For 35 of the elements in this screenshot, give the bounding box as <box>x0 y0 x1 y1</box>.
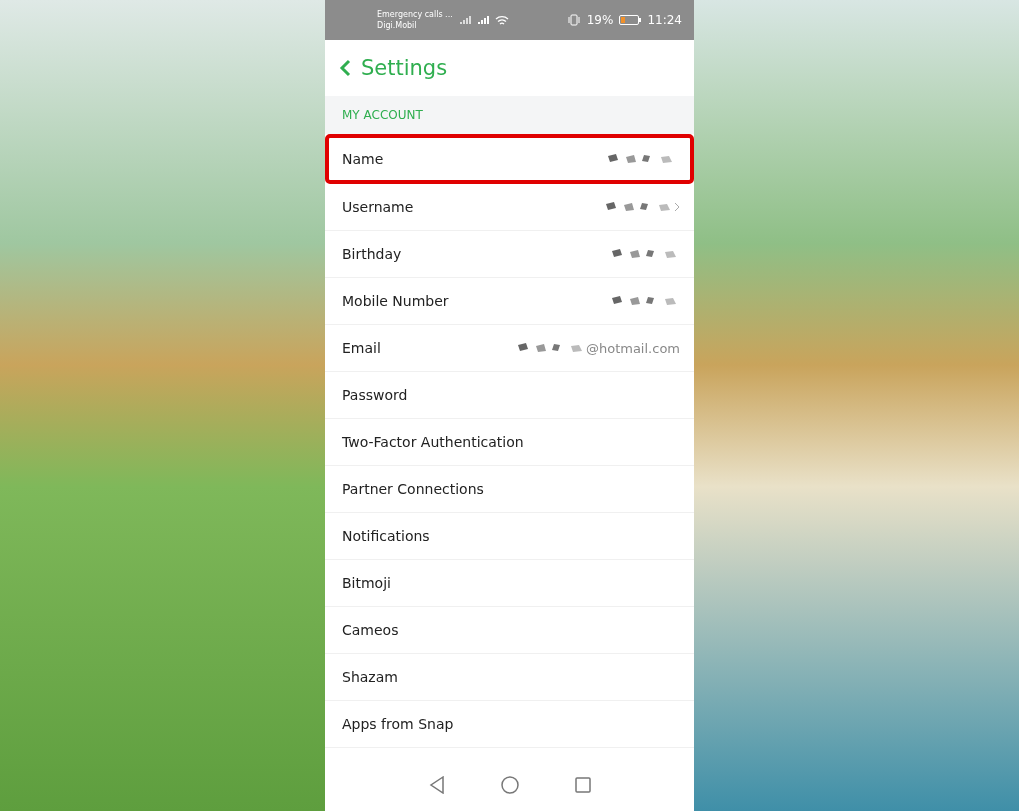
row-label: Password <box>342 387 409 403</box>
page-title: Settings <box>361 56 448 80</box>
row-label: Email <box>342 340 382 356</box>
row-label: Partner Connections <box>342 481 485 497</box>
row-label: Username <box>342 199 415 215</box>
section-title: MY ACCOUNT <box>342 108 423 122</box>
vibrate-icon <box>566 14 581 26</box>
highlighted-settings-row[interactable]: Name <box>325 134 694 184</box>
row-label: Shazam <box>342 669 399 685</box>
carrier-text: Digi.Mobil <box>377 20 418 31</box>
wifi-icon <box>494 14 509 26</box>
settings-row[interactable]: Birthday <box>325 231 694 278</box>
clock-time: 11:24 <box>647 13 682 27</box>
row-label: Birthday <box>342 246 403 262</box>
signal-icon <box>458 15 471 25</box>
row-label: Name <box>342 151 385 167</box>
row-label: Apps from Snap <box>342 716 455 732</box>
row-label: Bitmoji <box>342 575 392 591</box>
recent-apps-icon[interactable] <box>574 777 591 793</box>
row-label: Mobile Number <box>342 293 450 309</box>
row-label: Two-Factor Authentication <box>342 434 525 450</box>
back-icon[interactable] <box>339 59 351 77</box>
settings-row[interactable]: Email @hotmail.com <box>325 325 694 372</box>
carrier-text: Emergency calls ... <box>377 9 453 20</box>
back-icon[interactable] <box>428 776 445 794</box>
signal-icon <box>476 15 489 25</box>
row-label: Notifications <box>342 528 431 544</box>
settings-row[interactable]: Username <box>325 184 694 231</box>
battery-percent: 19% <box>586 13 614 27</box>
chevron-icon <box>674 202 680 212</box>
battery-icon <box>619 15 642 25</box>
row-label: Cameos <box>342 622 400 638</box>
home-icon[interactable] <box>500 776 519 794</box>
row-value: @hotmail.com <box>585 340 680 356</box>
settings-row[interactable]: Mobile Number <box>325 278 694 325</box>
